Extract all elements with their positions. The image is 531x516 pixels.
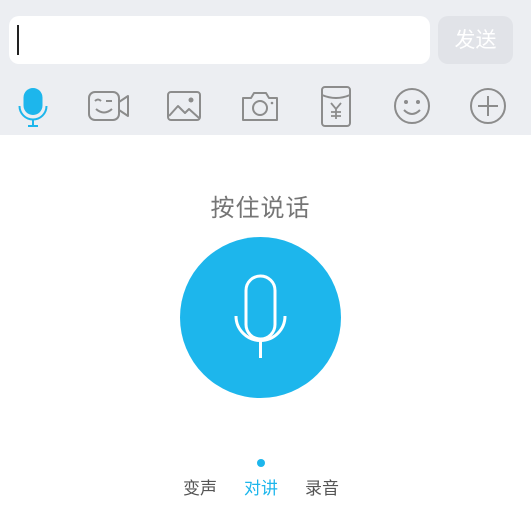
input-toolbar — [0, 79, 531, 131]
camera-tab[interactable] — [236, 83, 284, 129]
red-packet-icon — [321, 86, 351, 127]
image-icon — [167, 91, 201, 121]
input-panel: 发送 — [0, 0, 531, 135]
press-to-talk-button[interactable] — [180, 237, 341, 398]
camera-icon — [242, 92, 278, 121]
emoji-tab[interactable] — [388, 83, 436, 129]
video-chat-icon — [88, 91, 129, 121]
mode-voice-changer[interactable]: 变声 — [170, 474, 230, 499]
active-mode-indicator — [257, 459, 265, 467]
microphone-icon — [234, 274, 287, 358]
red-packet-tab[interactable] — [312, 83, 360, 129]
message-input[interactable] — [9, 16, 430, 64]
more-tab[interactable] — [464, 83, 512, 129]
send-button[interactable]: 发送 — [438, 16, 513, 64]
text-caret — [17, 25, 19, 55]
press-to-talk-hint: 按住说话 — [210, 194, 311, 222]
emoji-icon — [394, 88, 430, 124]
mode-record[interactable]: 录音 — [292, 474, 352, 499]
mode-intercom[interactable]: 对讲 — [231, 474, 291, 499]
microphone-icon — [18, 88, 48, 127]
plus-icon — [470, 88, 506, 124]
video-chat-tab[interactable] — [84, 83, 132, 129]
image-tab[interactable] — [160, 83, 208, 129]
voice-tab[interactable] — [9, 83, 57, 129]
